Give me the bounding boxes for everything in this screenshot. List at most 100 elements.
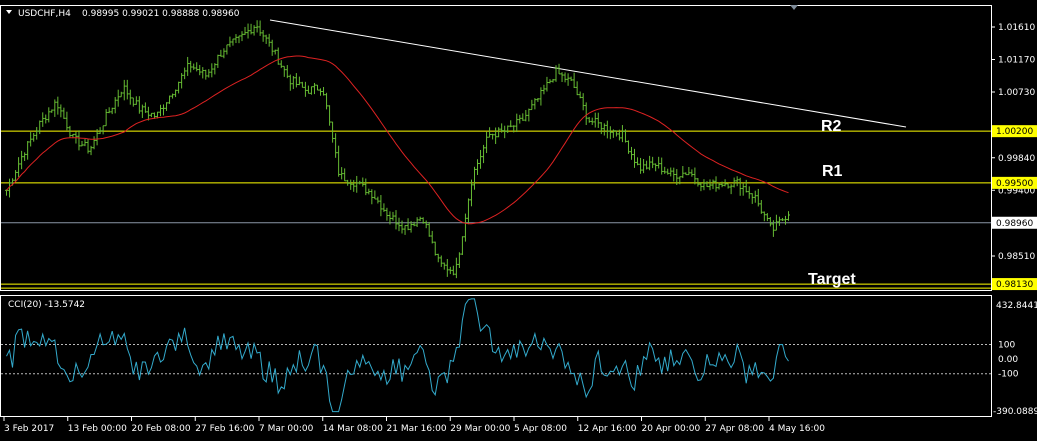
price-bar [288,74,292,91]
menu-triangle-icon[interactable] [6,10,12,14]
price-bar [551,78,555,83]
chart-window[interactable]: USDCHF,H4 0.98995 0.99021 0.98888 0.9896… [0,0,1037,441]
price-bar [261,30,265,42]
price-bar [165,102,169,111]
price-bar [506,125,510,133]
price-tick-label: 0.98510 [998,252,1035,262]
price-bar [494,127,498,145]
time-tick-label: 7 Mar 00:00 [259,424,314,434]
price-bar [291,75,295,90]
price-bar [192,63,196,70]
time-tick-label: 21 Mar 16:00 [387,424,447,434]
price-bar [174,89,178,98]
price-bar [104,109,108,127]
price-bar [352,179,356,192]
price-bar [681,166,685,179]
price-bar [735,176,739,187]
price-bar [548,79,552,84]
price-level-label: 1.00200 [996,127,1033,137]
price-bar [246,23,250,39]
price-bar [204,69,208,80]
price-bar [530,99,534,111]
price-bar [521,113,525,121]
price-bar [663,166,667,174]
price-level-label: 0.98130 [996,280,1033,290]
price-bar [134,96,138,105]
price-bar [101,125,105,135]
price-tick-label: 0.99840 [998,154,1035,164]
price-bar [35,127,39,140]
price-bar [20,150,24,170]
price-bar [563,72,567,83]
price-bar [98,127,102,135]
price-bar [636,157,640,166]
price-bar [747,186,751,199]
price-bar [687,166,691,176]
price-bars [5,20,790,279]
price-bar [92,136,96,150]
price-bar [524,109,528,122]
price-bar [454,257,458,279]
price-bar [216,54,220,68]
price-bar [276,47,280,65]
r2-annotation: R2 [821,118,842,135]
usdchf-chart[interactable]: USDCHF,H4 0.98995 0.99021 0.98888 0.9896… [0,0,1037,441]
price-bar [699,182,703,192]
price-bar [370,189,374,205]
price-bar [666,168,670,175]
price-bar [744,179,748,193]
price-bar [542,84,546,95]
price-bar [47,107,51,123]
price-bar [116,89,120,107]
price-bar [373,190,377,200]
price-bar [391,211,395,221]
price-bar [690,169,694,177]
price-bar [482,144,486,164]
price-bar [605,120,609,139]
price-bar [608,126,612,140]
price-bar [29,132,33,147]
price-bar [479,149,483,169]
price-bar [476,159,480,175]
price-bar [364,178,368,196]
price-bar [575,81,579,96]
price-bar [463,213,467,242]
price-bar [693,167,697,185]
price-bar [297,76,301,86]
price-bar [315,84,319,91]
price-bar [177,81,181,94]
price-bar [294,73,298,88]
price-bar [768,217,772,227]
scroll-marker-icon[interactable] [790,5,798,10]
price-bar [418,216,422,222]
price-bar [626,140,630,154]
price-bar [183,67,187,80]
price-bar [629,146,633,160]
price-bar [189,60,193,73]
price-bar [711,179,715,190]
price-bar [451,265,455,276]
price-bar [77,130,81,151]
price-bar [639,157,643,174]
price-bar [717,182,721,190]
price-bar [367,188,371,195]
price-bar [515,113,519,133]
symbol-label: USDCHF,H4 [18,9,71,19]
price-bar [545,76,549,92]
price-bar [436,253,440,263]
price-tick-label: 1.00730 [998,88,1035,98]
price-bar [186,56,190,76]
price-bar [267,33,271,47]
price-bar [252,25,256,36]
price-bar [765,213,769,222]
price-bar [331,121,335,143]
price-bar [708,179,712,191]
cci-level-label: 100 [998,341,1015,351]
price-bar [560,72,564,83]
price-bar [319,88,323,96]
price-bar [394,210,398,230]
price-bar [777,216,781,226]
price-bar [358,180,362,185]
price-bar [309,86,313,95]
price-bar [738,177,742,196]
